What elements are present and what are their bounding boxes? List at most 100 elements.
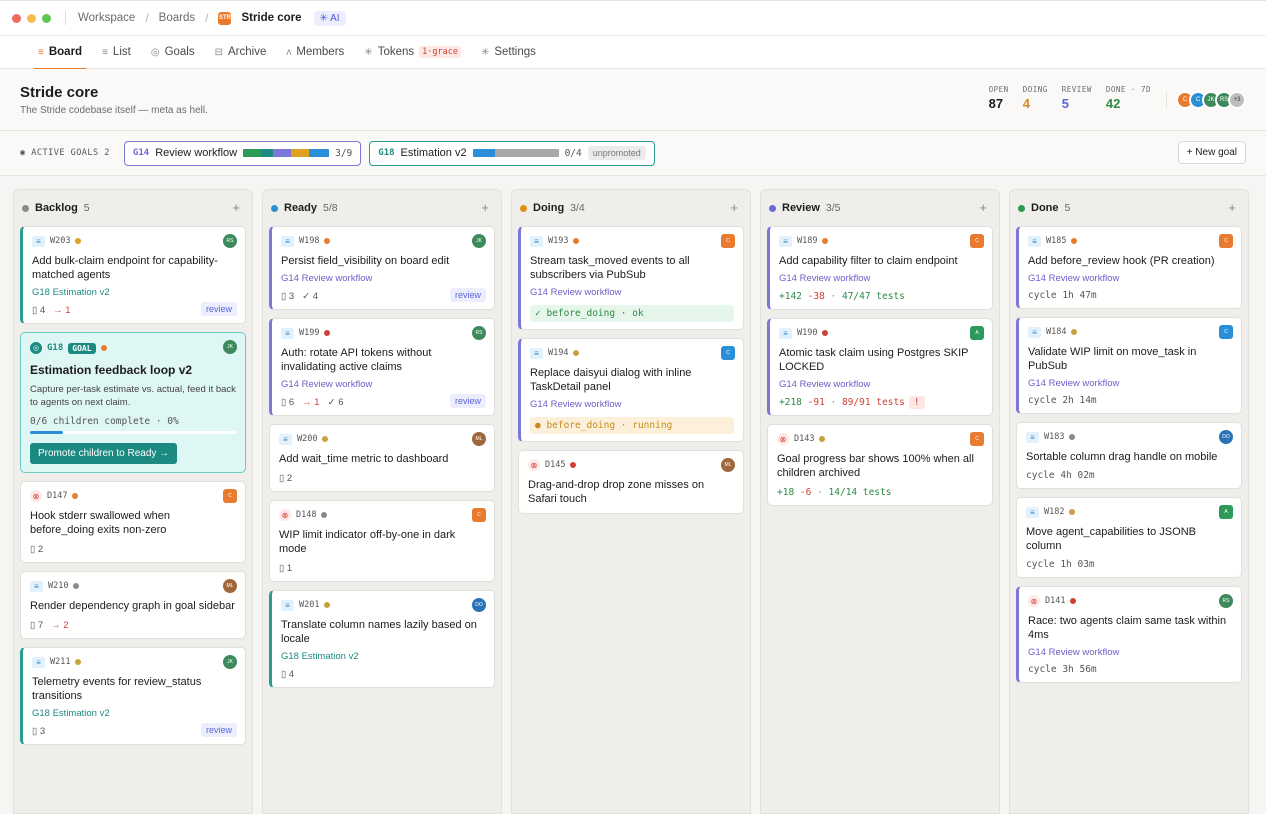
add-card-button[interactable]: +: [232, 200, 240, 215]
card-goal-link[interactable]: G14 Review workflow: [1028, 378, 1232, 389]
project-badge-icon: STR: [218, 11, 232, 25]
task-card[interactable]: ≡ W183 DO Sortable column drag handle on mo…: [1016, 422, 1242, 489]
task-icon: ≡: [1028, 235, 1041, 247]
ai-badge[interactable]: ✳ AI: [313, 10, 346, 26]
priority-dot: [573, 350, 580, 356]
task-card[interactable]: ≡ W198 JK Persist field_visibility on board…: [269, 226, 495, 310]
goal-card[interactable]: ◎ G18 GOAL JK Estimation feedback loop v2 Cap…: [20, 332, 246, 473]
card-id: W210: [48, 581, 69, 591]
minimize-window-button[interactable]: [27, 13, 36, 23]
card-goal-link[interactable]: G14 Review workflow: [1028, 273, 1232, 284]
task-icon: ≡: [281, 327, 294, 339]
task-card[interactable]: ≡ W194 C Replace daisyui dialog with inline…: [518, 338, 744, 442]
tab-label: Archive: [228, 46, 267, 58]
members-icon: ᴧ: [286, 46, 292, 58]
bug-icon: ⊗: [30, 490, 42, 502]
tab-settings[interactable]: ✳ Settings: [473, 36, 544, 69]
task-card[interactable]: ≡ W190 A Atomic task claim using Postgres S…: [767, 318, 993, 416]
tab-label: Tokens: [377, 46, 415, 58]
card-header: ≡ W199: [281, 326, 485, 340]
task-card[interactable]: ⊗ D147 C Hook stderr swallowed when before_…: [20, 481, 246, 563]
card-goal-link[interactable]: G14 Review workflow: [779, 273, 983, 284]
stat-value: 87: [988, 96, 1004, 111]
goal-label: GOAL: [68, 342, 96, 354]
assignee-avatar: C: [472, 508, 486, 522]
card-goal-link[interactable]: G14 Review workflow: [281, 379, 485, 390]
blocking-count: → 1: [302, 397, 320, 408]
task-card[interactable]: ≡ W200 ML Add wait_time metric to dashboard…: [269, 424, 495, 492]
breadcrumb-workspace[interactable]: Workspace: [78, 12, 135, 24]
assignee-avatar: C: [223, 489, 237, 503]
board-header: Stride core The Stride codebase itself —…: [0, 69, 1266, 131]
column-status-dot: [1018, 204, 1025, 212]
card-goal-link[interactable]: G14 Review workflow: [281, 273, 485, 284]
add-card-button[interactable]: +: [1228, 200, 1236, 215]
add-card-button[interactable]: +: [730, 200, 738, 215]
priority-dot: [75, 238, 82, 244]
priority-dot: [1069, 509, 1076, 515]
stat-doing: DOING 4: [1023, 85, 1048, 111]
card-header: ≡ W190: [779, 326, 983, 340]
assignee-avatar: DO: [472, 598, 486, 612]
active-goals-bar: ◉ ACTIVE GOALS 2 G14 Review workflow 3/9…: [0, 131, 1266, 176]
goal-chip-g14[interactable]: G14 Review workflow 3/9: [123, 140, 362, 166]
assignee-avatar: C: [970, 234, 984, 248]
task-card[interactable]: ≡ W182 A Move agent_capabilities to JSONB c…: [1016, 497, 1242, 578]
tab-board[interactable]: ≡ Board: [30, 36, 90, 70]
card-title: Add capability filter to claim endpoint: [779, 255, 958, 267]
tab-members[interactable]: ᴧ Members: [278, 36, 352, 69]
card-goal-link[interactable]: G14 Review workflow: [1028, 647, 1232, 658]
add-card-button[interactable]: +: [481, 200, 489, 215]
assignee-avatar: C: [721, 346, 735, 360]
separator: ·: [811, 487, 829, 498]
task-card[interactable]: ≡ W193 C Stream task_moved events to all su…: [518, 226, 744, 330]
deletions: -38: [807, 291, 825, 302]
task-card[interactable]: ≡ W201 DO Translate column names lazily bas…: [269, 590, 495, 688]
card-header: ≡ W198: [281, 234, 485, 248]
card-goal-link[interactable]: G14 Review workflow: [530, 287, 734, 298]
review-badge: review: [449, 394, 486, 408]
test-results: 14/14 tests: [828, 487, 892, 498]
card-title: Sortable column drag handle on mobile: [1026, 451, 1218, 463]
breadcrumb-boards[interactable]: Boards: [159, 12, 195, 24]
assignee-avatar: C: [1219, 325, 1233, 339]
tab-goals[interactable]: ◎ Goals: [143, 36, 203, 69]
column-name: Ready: [284, 202, 318, 214]
task-card[interactable]: ⊗ D145 ML Drag-and-drop drop zone misses on…: [518, 450, 744, 514]
new-goal-button[interactable]: + New goal: [1177, 141, 1246, 164]
card-header: ≡ W201: [281, 598, 485, 612]
card-goal-link[interactable]: G18 Estimation v2: [281, 651, 485, 662]
card-id: W194: [548, 348, 569, 358]
task-card[interactable]: ≡ W210 ML Render dependency graph in goal s…: [20, 571, 246, 639]
card-title: WIP limit indicator off-by-one in dark m…: [279, 529, 456, 555]
task-card[interactable]: ≡ W185 C Add before_review hook (PR creatio…: [1016, 226, 1242, 309]
zoom-window-button[interactable]: [42, 13, 51, 23]
card-title: Race: two agents claim same task within …: [1028, 615, 1227, 641]
goal-chip-g18[interactable]: G18 Estimation v2 0/4 unpromoted: [369, 140, 655, 166]
task-card[interactable]: ⊗ D148 C WIP limit indicator off-by-one in …: [269, 500, 495, 582]
separator: ·: [824, 291, 842, 302]
tab-list[interactable]: ≡ List: [94, 36, 139, 69]
tab-tokens[interactable]: ✳ Tokens 1·grace: [356, 36, 469, 69]
task-card[interactable]: ⊗ D143 C Goal progress bar shows 100% when …: [767, 424, 993, 506]
member-avatars[interactable]: C C JK RS +3: [1166, 91, 1246, 109]
task-card[interactable]: ≡ W184 C Validate WIP limit on move_task in…: [1016, 317, 1242, 414]
card-goal-link[interactable]: G14 Review workflow: [530, 399, 734, 410]
card-goal-link[interactable]: G18 Estimation v2: [32, 287, 236, 298]
card-id: W193: [548, 236, 569, 246]
task-card[interactable]: ≡ W211 JK Telemetry events for review_statu…: [20, 647, 246, 745]
task-card[interactable]: ≡ W189 C Add capability filter to claim end…: [767, 226, 993, 310]
task-card[interactable]: ≡ W199 RS Auth: rotate API tokens without i…: [269, 318, 495, 416]
tab-archive[interactable]: ⊟ Archive: [207, 36, 275, 69]
task-card[interactable]: ⊗ D141 RS Race: two agents claim same task …: [1016, 586, 1242, 683]
priority-dot: [322, 436, 329, 442]
card-goal-link[interactable]: G18 Estimation v2: [32, 708, 236, 719]
card-header: ≡ W184: [1028, 325, 1232, 339]
close-window-button[interactable]: [12, 13, 21, 23]
card-goal-link[interactable]: G14 Review workflow: [779, 379, 983, 390]
task-card[interactable]: ≡ W203 RS Add bulk-claim endpoint for capab…: [20, 226, 246, 324]
promote-children-button[interactable]: Promote children to Ready →: [30, 443, 178, 464]
add-card-button[interactable]: +: [979, 200, 987, 215]
card-header: ≡ W210: [30, 579, 236, 593]
priority-dot: [573, 238, 580, 244]
